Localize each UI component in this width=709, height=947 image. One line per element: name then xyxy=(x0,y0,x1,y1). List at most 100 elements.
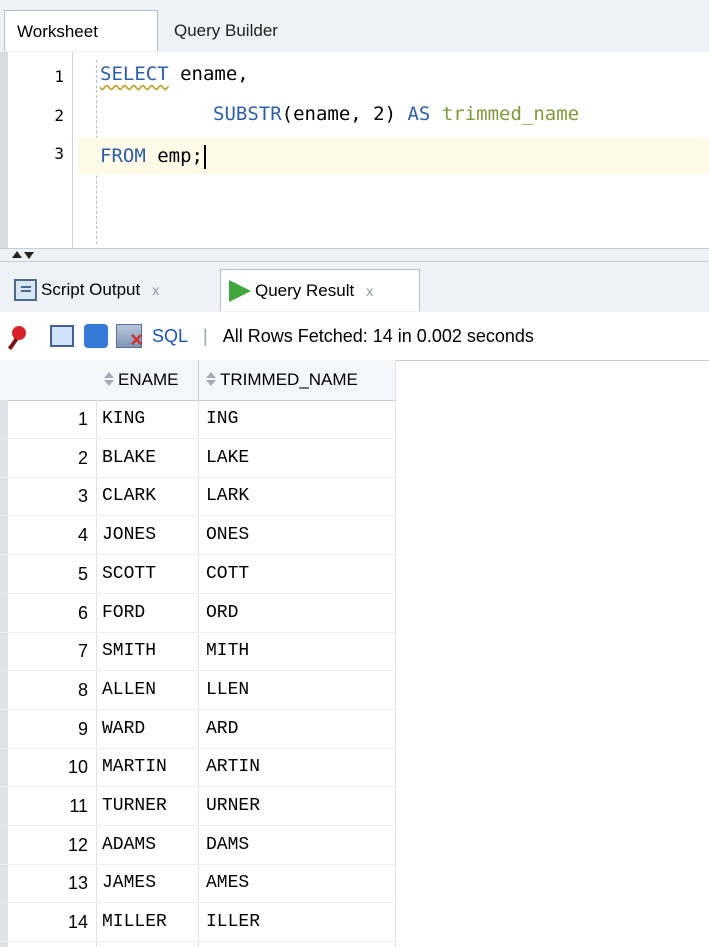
column-header-trimmed-name[interactable]: TRIMMED_NAME xyxy=(200,360,396,400)
freeze-icon[interactable] xyxy=(116,324,143,353)
tab-worksheet[interactable]: Worksheet xyxy=(4,10,158,51)
toolbar-separator: | xyxy=(203,325,208,346)
cell-trimmed-name[interactable]: LARK xyxy=(206,477,249,515)
cell-trimmed-name[interactable]: ONES xyxy=(206,516,249,554)
table-row[interactable]: 9 WARD ARD xyxy=(0,710,396,749)
sql-link[interactable]: SQL xyxy=(152,326,188,347)
row-number: 3 xyxy=(77,486,88,507)
code-line-2[interactable]: SUBSTR(ename, 2) AS trimmed_name xyxy=(213,103,579,125)
code-line-3[interactable]: FROM emp; xyxy=(78,138,709,174)
table-row[interactable]: 8 ALLEN LLEN xyxy=(0,671,396,710)
cell-ename[interactable]: SCOTT xyxy=(102,555,156,593)
cell-trimmed-name[interactable]: AMES xyxy=(206,864,249,902)
sql-text: (ename, 2) xyxy=(281,103,408,125)
cell-ename[interactable]: CLARK xyxy=(102,477,156,515)
cell-ename[interactable]: ALLEN xyxy=(102,671,156,709)
table-row[interactable]: 13 JAMES AMES xyxy=(0,864,396,904)
cell-ename[interactable]: MILLER xyxy=(102,903,167,941)
line-number: 2 xyxy=(54,106,64,125)
cell-ename[interactable]: FORD xyxy=(102,594,145,632)
sql-text: emp; xyxy=(145,145,203,167)
split-down-icon[interactable] xyxy=(24,252,34,259)
table-row[interactable]: 12 ADAMS DAMS xyxy=(0,826,396,865)
cell-trimmed-name[interactable]: DAMS xyxy=(206,826,249,864)
table-row[interactable]: 10 MARTIN ARTIN xyxy=(0,748,396,788)
row-number: 8 xyxy=(77,679,88,700)
table-row[interactable]: 1 KING ING xyxy=(0,400,396,439)
sql-keyword: FROM xyxy=(100,145,146,167)
cell-trimmed-name[interactable]: URNER xyxy=(206,787,260,825)
table-row[interactable]: 11 TURNER URNER xyxy=(0,787,396,826)
grid-header: ENAME TRIMMED_NAME xyxy=(0,360,396,401)
sql-keyword: AS xyxy=(407,103,431,125)
cell-trimmed-name[interactable]: LLEN xyxy=(206,671,249,709)
print-icon[interactable] xyxy=(50,325,74,347)
cell-trimmed-name[interactable]: ARTIN xyxy=(206,748,260,786)
cell-ename[interactable]: BLAKE xyxy=(102,439,156,477)
result-tab-bar: Script Output x Query Result x xyxy=(0,262,709,313)
cell-ename[interactable]: JONES xyxy=(102,516,156,554)
row-number: 10 xyxy=(67,757,88,778)
code-line-1[interactable]: SELECT ename, xyxy=(100,63,249,85)
result-toolbar: SQL | All Rows Fetched: 14 in 0.002 seco… xyxy=(0,312,709,361)
row-number: 13 xyxy=(67,873,88,894)
cell-ename[interactable]: SMITH xyxy=(102,632,156,670)
refresh-icon[interactable] xyxy=(84,324,108,348)
sql-alias: trimmed_name xyxy=(430,103,580,125)
cell-ename[interactable]: WARD xyxy=(102,710,145,748)
row-number: 11 xyxy=(69,796,88,816)
tab-label: Query Result xyxy=(255,280,355,300)
row-number: 7 xyxy=(77,641,88,662)
sql-function: SUBSTR xyxy=(213,103,282,125)
cell-ename[interactable]: TURNER xyxy=(102,787,167,825)
fetch-status: All Rows Fetched: 14 in 0.002 seconds xyxy=(222,325,534,346)
table-row[interactable]: 6 FORD ORD xyxy=(0,594,396,633)
column-label: ENAME xyxy=(118,370,179,389)
cell-ename[interactable]: ADAMS xyxy=(102,826,156,864)
editor-tab-bar: Worksheet Query Builder xyxy=(0,0,709,53)
cell-trimmed-name[interactable]: MITH xyxy=(206,632,249,670)
tab-script-output[interactable]: Script Output x xyxy=(14,269,212,311)
cell-ename[interactable]: JAMES xyxy=(102,864,156,902)
cell-trimmed-name[interactable]: COTT xyxy=(206,555,249,593)
cell-trimmed-name[interactable]: ING xyxy=(206,400,238,438)
sort-icon[interactable] xyxy=(206,372,216,386)
pane-splitter[interactable] xyxy=(0,248,709,262)
close-icon[interactable]: x xyxy=(152,269,159,311)
table-row[interactable]: 2 BLAKE LAKE xyxy=(0,439,396,478)
row-number: 4 xyxy=(77,525,88,546)
tab-label: Script Output xyxy=(41,280,141,299)
sql-editor[interactable]: 1 2 3 SELECT ename, SUBSTR(ename, 2) AS … xyxy=(0,52,709,248)
tab-query-builder[interactable]: Query Builder xyxy=(160,10,320,51)
table-row[interactable]: 5 SCOTT COTT xyxy=(0,555,396,594)
table-row[interactable]: 3 CLARK LARK xyxy=(0,477,396,517)
cell-ename[interactable]: MARTIN xyxy=(102,748,167,786)
cell-trimmed-name[interactable]: ILLER xyxy=(206,903,260,941)
table-row[interactable]: 7 SMITH MITH xyxy=(0,632,396,672)
text-cursor xyxy=(203,144,206,169)
sql-keyword: SELECT xyxy=(100,63,169,85)
row-number: 14 xyxy=(67,912,88,933)
sql-text: ename, xyxy=(168,63,249,85)
close-icon[interactable]: x xyxy=(366,270,373,312)
line-number: 3 xyxy=(54,144,64,163)
table-row[interactable]: 4 JONES ONES xyxy=(0,516,396,556)
column-header-ename[interactable]: ENAME xyxy=(98,360,199,400)
pin-icon[interactable] xyxy=(8,323,38,349)
row-number: 9 xyxy=(77,718,88,739)
table-row[interactable]: 14 MILLER ILLER xyxy=(0,903,396,943)
tab-query-result[interactable]: Query Result x xyxy=(220,269,420,311)
run-icon xyxy=(229,279,251,302)
cell-trimmed-name[interactable]: LAKE xyxy=(206,439,249,477)
sort-icon[interactable] xyxy=(104,372,114,386)
script-output-icon xyxy=(14,279,37,301)
column-label: TRIMMED_NAME xyxy=(220,370,358,389)
split-up-icon[interactable] xyxy=(12,251,22,258)
row-number: 6 xyxy=(77,602,88,623)
cell-trimmed-name[interactable]: ARD xyxy=(206,710,238,748)
line-number: 1 xyxy=(54,67,64,86)
cell-trimmed-name[interactable]: ORD xyxy=(206,594,238,632)
row-number: 12 xyxy=(67,834,88,855)
cell-ename[interactable]: KING xyxy=(102,400,145,438)
row-number: 2 xyxy=(77,447,88,468)
